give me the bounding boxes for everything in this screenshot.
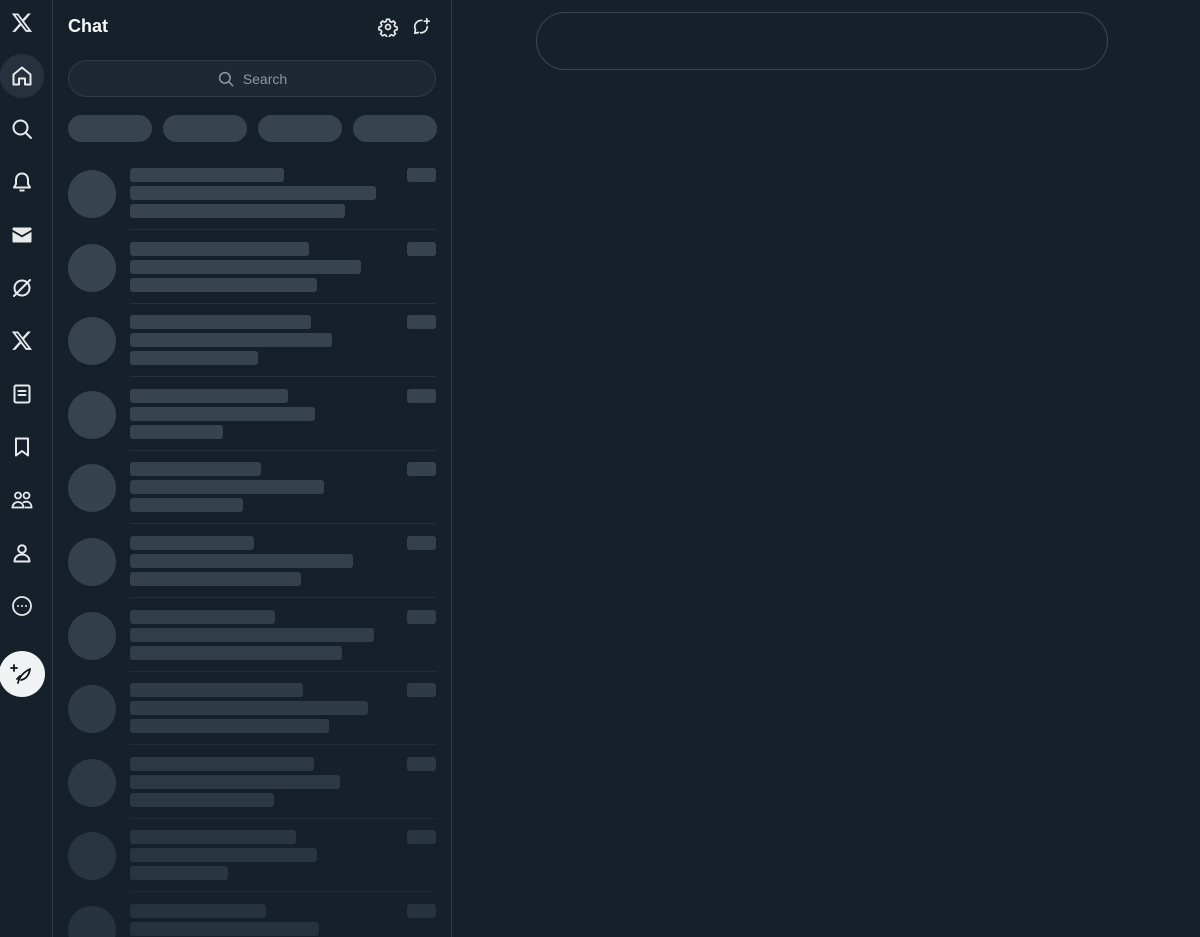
timestamp-placeholder bbox=[407, 756, 436, 771]
timestamp-placeholder bbox=[407, 168, 436, 182]
more-icon[interactable] bbox=[0, 584, 44, 628]
avatar-placeholder bbox=[68, 685, 116, 734]
conversation-row-placeholder[interactable] bbox=[53, 818, 451, 893]
conversation-row-placeholder[interactable] bbox=[53, 745, 451, 819]
text-line-placeholder bbox=[130, 388, 288, 403]
text-line-placeholder bbox=[130, 701, 368, 716]
text-line-placeholder bbox=[130, 406, 315, 421]
text-line-placeholder bbox=[130, 609, 275, 624]
avatar-placeholder bbox=[68, 611, 116, 660]
avatar-placeholder bbox=[68, 243, 116, 292]
compose-post-button[interactable] bbox=[0, 651, 45, 697]
text-line-placeholder bbox=[130, 462, 261, 477]
text-line-placeholder bbox=[130, 259, 361, 274]
new-message-icon[interactable] bbox=[409, 15, 433, 39]
text-line-placeholder bbox=[130, 277, 317, 292]
text-line-placeholder bbox=[130, 554, 353, 568]
text-line-placeholder bbox=[130, 866, 228, 881]
explore-icon[interactable] bbox=[0, 107, 44, 151]
filter-pill-placeholder[interactable] bbox=[68, 115, 152, 142]
filter-pill-placeholder[interactable] bbox=[163, 115, 247, 142]
conversation-header-placeholder bbox=[536, 12, 1108, 70]
avatar-placeholder bbox=[68, 464, 116, 513]
text-line-placeholder bbox=[130, 645, 342, 660]
text-line-placeholder bbox=[130, 683, 303, 698]
timestamp-placeholder bbox=[407, 241, 436, 256]
home-icon[interactable] bbox=[0, 54, 44, 98]
text-line-placeholder bbox=[130, 627, 374, 642]
text-line-placeholder bbox=[130, 572, 301, 586]
text-line-placeholder bbox=[130, 168, 284, 182]
text-line-placeholder bbox=[130, 774, 340, 789]
avatar-placeholder bbox=[68, 758, 116, 807]
avatar-placeholder bbox=[68, 538, 116, 586]
conversation-row-placeholder[interactable] bbox=[53, 303, 451, 378]
timestamp-placeholder bbox=[407, 830, 436, 845]
timestamp-placeholder bbox=[407, 904, 436, 918]
filter-pill-placeholder[interactable] bbox=[353, 115, 437, 142]
text-line-placeholder bbox=[130, 241, 309, 256]
text-line-placeholder bbox=[130, 204, 345, 218]
notifications-icon[interactable] bbox=[0, 160, 44, 204]
app-window: Chat Search bbox=[0, 0, 1200, 937]
bookmarks-icon[interactable] bbox=[0, 425, 44, 469]
timestamp-placeholder bbox=[407, 315, 436, 330]
chat-list-panel: Chat Search bbox=[53, 0, 452, 937]
text-line-placeholder bbox=[130, 904, 266, 918]
avatar-placeholder bbox=[68, 317, 116, 366]
communities-icon[interactable] bbox=[0, 478, 44, 522]
avatar-placeholder bbox=[68, 170, 116, 218]
premium-icon[interactable] bbox=[0, 319, 44, 363]
text-line-placeholder bbox=[130, 351, 258, 366]
conversation-panel bbox=[452, 0, 1200, 937]
compose-post-icon bbox=[10, 664, 31, 684]
x-logo-icon[interactable] bbox=[0, 1, 44, 45]
conversation-row-placeholder[interactable] bbox=[53, 450, 451, 525]
timestamp-placeholder bbox=[407, 462, 436, 477]
text-line-placeholder bbox=[130, 792, 274, 807]
grok-icon[interactable] bbox=[0, 266, 44, 310]
conversation-row-placeholder[interactable] bbox=[53, 377, 451, 451]
text-line-placeholder bbox=[130, 830, 296, 845]
text-line-placeholder bbox=[130, 333, 332, 348]
timestamp-placeholder bbox=[407, 388, 436, 403]
search-icon bbox=[218, 71, 234, 86]
avatar-placeholder bbox=[68, 832, 116, 881]
text-line-placeholder bbox=[130, 498, 243, 513]
primary-nav bbox=[0, 0, 53, 937]
text-line-placeholder bbox=[130, 536, 254, 550]
text-line-placeholder bbox=[130, 922, 319, 936]
conversation-row-placeholder[interactable] bbox=[53, 892, 451, 937]
conversation-row-placeholder[interactable] bbox=[53, 156, 451, 230]
page-title: Chat bbox=[68, 16, 108, 36]
text-line-placeholder bbox=[130, 186, 376, 200]
conversation-row-placeholder[interactable] bbox=[53, 671, 451, 746]
messages-icon[interactable] bbox=[0, 213, 44, 257]
text-line-placeholder bbox=[130, 756, 314, 771]
text-line-placeholder bbox=[130, 848, 317, 863]
text-line-placeholder bbox=[130, 424, 223, 439]
text-line-placeholder bbox=[130, 480, 324, 495]
filter-pill-placeholder[interactable] bbox=[258, 115, 342, 142]
timestamp-placeholder bbox=[407, 683, 436, 698]
conversation-row-placeholder[interactable] bbox=[53, 524, 451, 598]
conversation-row-placeholder[interactable] bbox=[53, 598, 451, 672]
text-line-placeholder bbox=[130, 315, 311, 330]
text-line-placeholder bbox=[130, 719, 329, 734]
timestamp-placeholder bbox=[407, 609, 436, 624]
avatar-placeholder bbox=[68, 906, 116, 937]
search-placeholder: Search bbox=[242, 70, 288, 87]
profile-icon[interactable] bbox=[0, 531, 44, 575]
conversation-row-placeholder[interactable] bbox=[53, 230, 451, 304]
search-input[interactable]: Search bbox=[68, 60, 436, 97]
avatar-placeholder bbox=[68, 390, 116, 439]
lists-icon[interactable] bbox=[0, 372, 44, 416]
gear-icon[interactable] bbox=[376, 15, 400, 39]
timestamp-placeholder bbox=[407, 536, 436, 550]
